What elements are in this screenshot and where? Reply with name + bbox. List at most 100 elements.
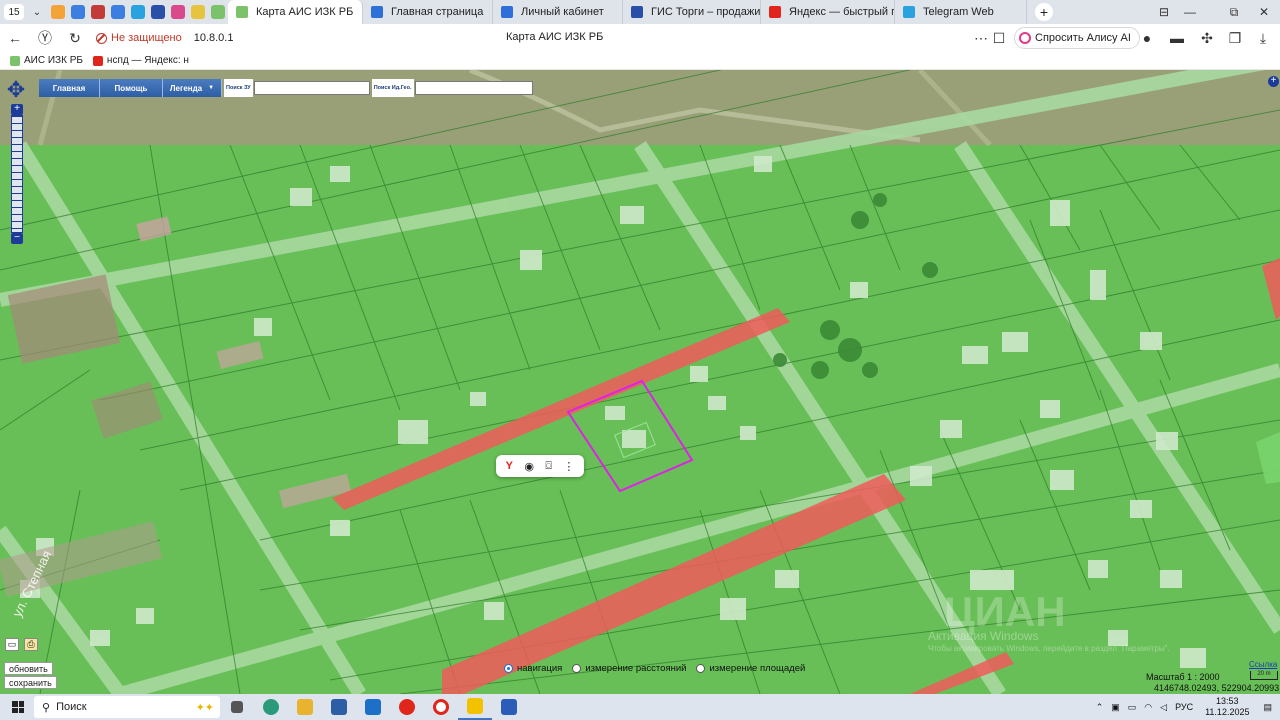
menu-help[interactable]: Помощь xyxy=(100,79,163,97)
menu-main[interactable]: Главная xyxy=(39,79,100,97)
tab-list-icon[interactable]: ⊟ xyxy=(1150,0,1178,24)
tab-favicon-icon xyxy=(236,6,248,18)
new-tab-button[interactable]: + xyxy=(1035,3,1053,21)
search-label: Поиск xyxy=(56,701,87,713)
store-icon[interactable] xyxy=(322,694,356,720)
zoom-slider[interactable] xyxy=(11,115,23,233)
radio-icon[interactable] xyxy=(504,664,513,673)
yandex-browser-icon[interactable] xyxy=(390,694,424,720)
pinned-tab-icon[interactable] xyxy=(211,5,225,19)
language-indicator[interactable]: РУС xyxy=(1175,702,1193,712)
pan-arrows-icon[interactable]: ✥ xyxy=(5,76,27,104)
map-viewport[interactable]: ул. Степная Главная Помощь Легенда ▼ Пои… xyxy=(0,70,1280,694)
floating-toolbar: Y ◉ ⌼ ⋮ xyxy=(496,455,584,477)
tab-personal-cabinet[interactable]: Личный кабинет xyxy=(493,0,623,24)
ask-alisa-button[interactable]: Спросить Алису AI xyxy=(1014,27,1140,49)
network-icon[interactable]: ◠ xyxy=(1144,702,1152,713)
pinned-tab-icon[interactable] xyxy=(131,5,145,19)
mode-navigation[interactable]: навигация xyxy=(504,663,562,674)
tab-count-badge[interactable]: 15 xyxy=(4,4,24,20)
volume-icon[interactable]: ◁ xyxy=(1160,702,1167,713)
tab-ais-map[interactable]: Карта АИС ИЗК РБ ✕ xyxy=(228,0,363,24)
alisa-label: Спросить Алису AI xyxy=(1035,32,1131,44)
back-arrow-icon[interactable]: ← xyxy=(0,24,30,52)
map-canvas[interactable]: ул. Степная xyxy=(0,70,1280,694)
camera-icon[interactable]: ⌼ xyxy=(545,460,552,473)
clock[interactable]: 13:53 11.12.2025 xyxy=(1205,696,1249,718)
scale-label: Масштаб 1 : 2000 xyxy=(1146,672,1220,682)
pinned-tab-icon[interactable] xyxy=(91,5,105,19)
collections-icon[interactable]: ❐ xyxy=(1220,24,1250,52)
radio-icon[interactable] xyxy=(572,664,582,673)
task-view-icon[interactable] xyxy=(220,694,254,720)
bookmark-label: АИС ИЗК РБ xyxy=(24,55,83,66)
tab-main-page[interactable]: Главная страница xyxy=(363,0,493,24)
mode-measure-distance[interactable]: измерение расстояний xyxy=(572,663,686,674)
bookmark-ais[interactable]: АИС ИЗК РБ xyxy=(10,55,83,66)
windows-start-icon[interactable] xyxy=(12,701,24,713)
watermark-logo-text: ЦИАН xyxy=(944,588,1066,635)
page-title: Карта АИС ИЗК РБ xyxy=(506,31,604,43)
word-icon[interactable] xyxy=(492,694,526,720)
watermark: ЦИАН Активация Windows Чтобы активироват… xyxy=(928,588,1170,653)
coordinates-readout: 4146748.02493, 522904.20993 xyxy=(1154,683,1280,693)
outlook-icon[interactable] xyxy=(356,694,390,720)
map-menubar: Главная Помощь Легенда ▼ Поиск ЗУ Поиск … xyxy=(39,79,533,97)
system-tray: ⌃ ▣ ▭ ◠ ◁ РУС 13:53 11.12.2025 ▤ xyxy=(1096,694,1280,720)
alisa-icon xyxy=(1019,32,1031,44)
pinned-tab-icon[interactable] xyxy=(151,5,165,19)
search-geo-input[interactable] xyxy=(414,81,533,95)
insecure-badge[interactable]: Не защищено xyxy=(96,32,182,44)
menu-legend[interactable]: Легенда ▼ xyxy=(163,79,222,97)
taskbar-search[interactable]: ⚲ Поиск ✦✦ xyxy=(34,696,220,718)
url-text[interactable]: 10.8.0.1 xyxy=(194,32,234,44)
opera-icon[interactable] xyxy=(424,694,458,720)
save-button[interactable]: сохранить xyxy=(4,676,57,689)
explorer-icon[interactable] xyxy=(288,694,322,720)
clock-time: 13:53 xyxy=(1216,696,1239,706)
edge-icon[interactable] xyxy=(254,694,288,720)
yandex-home-icon[interactable]: Ⓨ xyxy=(30,24,60,52)
battery-icon[interactable]: ▭ xyxy=(1128,702,1137,713)
radio-icon[interactable] xyxy=(696,664,706,673)
bookmark-nspd[interactable]: нспд — Яндекс: н xyxy=(92,55,189,66)
pinned-tab-icon[interactable] xyxy=(171,5,185,19)
more-vertical-icon[interactable]: ⋮ xyxy=(563,460,574,473)
tab-yandex[interactable]: Яндекс — быстрый поиск xyxy=(761,0,895,24)
extension-icon[interactable]: ▬ xyxy=(1162,24,1192,52)
app-tray-icon[interactable]: ▣ xyxy=(1111,702,1120,713)
search-zu-input[interactable] xyxy=(253,81,370,95)
extensions-puzzle-icon[interactable]: ✣ xyxy=(1192,24,1222,52)
link-button[interactable]: Ссылка xyxy=(1249,660,1277,669)
yandex-icon[interactable]: Y xyxy=(506,460,513,472)
reload-icon[interactable]: ↻ xyxy=(60,24,90,52)
activation-subtitle: Чтобы активировать Windows, перейдите в … xyxy=(928,644,1170,653)
bookmark-icon[interactable]: ☐ xyxy=(984,24,1014,52)
chevron-up-icon[interactable]: ⌃ xyxy=(1096,702,1104,713)
tab-label: Карта АИС ИЗК РБ xyxy=(256,6,354,18)
layer-switcher-button[interactable]: + xyxy=(1268,76,1279,87)
pinned-tab-icon[interactable] xyxy=(71,5,85,19)
tab-telegram[interactable]: Telegram Web xyxy=(895,0,1027,24)
print-icon[interactable]: ⎙ xyxy=(24,638,38,651)
close-window-icon[interactable]: ✕ xyxy=(1250,0,1278,24)
overview-map-icon[interactable]: ▭ xyxy=(5,638,19,651)
zoom-in-button[interactable]: + xyxy=(11,104,23,115)
eye-icon[interactable]: ◉ xyxy=(524,460,534,473)
insecure-label: Не защищено xyxy=(111,32,182,44)
zoom-out-button[interactable]: − xyxy=(11,233,23,244)
refresh-button[interactable]: обновить xyxy=(4,662,53,675)
maximize-icon[interactable]: ⧉ xyxy=(1220,0,1248,24)
tab-gis-torgi[interactable]: ГИС Торги – продажи гос xyxy=(623,0,761,24)
yandex-app-icon[interactable] xyxy=(458,694,492,720)
mode-measure-area[interactable]: измерение площадей xyxy=(696,663,805,674)
chevron-down-icon[interactable]: ⌄ xyxy=(26,0,48,24)
pinned-tab-icon[interactable] xyxy=(111,5,125,19)
pinned-tab-icon[interactable] xyxy=(191,5,205,19)
minimize-icon[interactable]: — xyxy=(1176,0,1204,24)
notifications-icon[interactable]: ▤ xyxy=(1263,702,1272,713)
mode-label: измерение расстояний xyxy=(585,663,687,674)
downloads-icon[interactable]: ⤓ xyxy=(1248,24,1278,52)
pinned-tab-icon[interactable] xyxy=(51,5,65,19)
extension-icon[interactable]: ● xyxy=(1132,24,1162,52)
